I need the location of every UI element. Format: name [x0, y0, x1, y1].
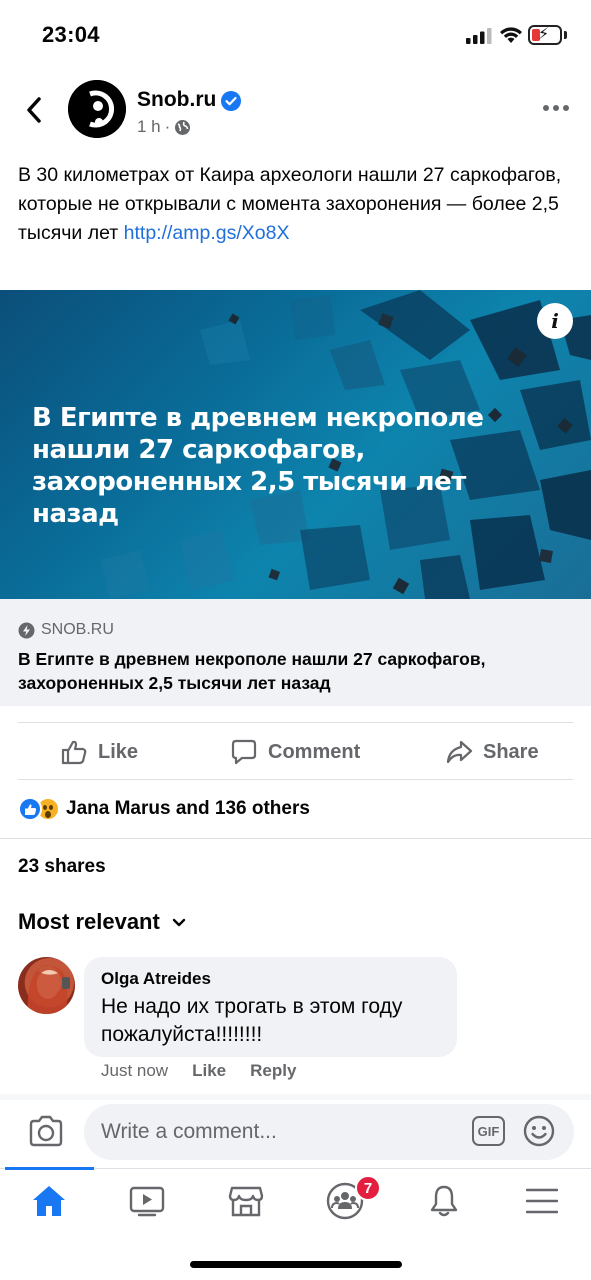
page-avatar[interactable] — [68, 80, 126, 138]
charging-bolt-icon: ⚡ — [538, 26, 550, 43]
comment-meta: Just now Like Reply — [101, 1061, 296, 1081]
dot-icon — [553, 105, 559, 111]
post-body: В 30 километрах от Каира археологи нашли… — [18, 164, 562, 244]
back-button[interactable] — [20, 94, 48, 126]
tab-home[interactable] — [24, 1179, 74, 1223]
comment-sort-dropdown[interactable]: Most relevant — [18, 909, 186, 935]
hamburger-menu-icon — [526, 1188, 558, 1214]
info-button[interactable]: i — [537, 303, 573, 339]
reactions-text: Jana Marus and 136 others — [66, 798, 310, 819]
camera-icon[interactable] — [28, 1114, 64, 1148]
bottom-tab-bar: 7 — [0, 1167, 591, 1238]
link-title: В Египте в древнем некрополе нашли 27 са… — [18, 649, 486, 693]
gif-button[interactable]: GIF — [472, 1116, 505, 1146]
divider — [0, 838, 591, 839]
verified-badge-icon — [221, 91, 241, 111]
home-indicator[interactable] — [190, 1261, 402, 1268]
link-domain: SNOB.RU — [18, 621, 114, 639]
shares-count[interactable]: 23 shares — [18, 856, 106, 878]
bell-icon — [430, 1185, 458, 1217]
snob-logo-icon — [68, 80, 126, 138]
post-actions: Like Comment Share — [0, 724, 591, 780]
image-headline: В Египте в древнем некрополе нашли 27 са… — [32, 403, 484, 529]
instant-article-bolt-icon — [18, 622, 35, 638]
status-bar: 23:04 ⚡ — [0, 0, 591, 70]
comment-author[interactable]: Olga Atreides — [101, 969, 211, 989]
home-icon — [33, 1186, 65, 1216]
marketplace-store-icon — [228, 1186, 264, 1217]
video-play-icon — [129, 1186, 165, 1217]
post-header: Snob.ru 1 h · — [0, 78, 591, 143]
divider — [18, 722, 573, 723]
post-meta: 1 h · — [137, 117, 191, 137]
comment-bubble-icon — [231, 739, 257, 765]
dot-icon — [563, 105, 569, 111]
like-button[interactable]: Like — [60, 724, 138, 780]
comment-reply-button[interactable]: Reply — [250, 1061, 296, 1081]
cellular-signal-icon — [466, 28, 492, 44]
comment-time: Just now — [101, 1061, 169, 1080]
comment-bubble[interactable]: Olga Atreides Не надо их трогать в этом … — [84, 957, 457, 1057]
thumbs-up-icon — [61, 740, 87, 765]
active-tab-indicator — [5, 1167, 94, 1170]
share-arrow-icon — [446, 740, 473, 764]
chevron-down-icon — [172, 918, 186, 926]
like-label: Like — [98, 740, 139, 763]
groups-notification-badge: 7 — [355, 1175, 381, 1201]
more-options-button[interactable] — [543, 100, 571, 116]
post-text: В 30 километрах от Каира археологи нашли… — [18, 161, 573, 248]
tab-notifications[interactable] — [419, 1179, 469, 1223]
comment-label: Comment — [268, 740, 361, 763]
tab-menu[interactable] — [517, 1179, 567, 1223]
status-time: 23:04 — [42, 22, 100, 47]
emoji-icon[interactable] — [523, 1115, 555, 1147]
chevron-left-icon — [27, 97, 41, 123]
dot-icon — [543, 105, 549, 111]
comment-text: Не надо их трогать в этом году пожалуйст… — [101, 995, 403, 1046]
tab-marketplace[interactable] — [221, 1179, 271, 1223]
post-time[interactable]: 1 h — [137, 117, 161, 137]
comment-button[interactable]: Comment — [230, 724, 360, 780]
meta-separator: · — [164, 117, 171, 136]
commenter-avatar[interactable] — [18, 957, 75, 1014]
composer-separator — [0, 1094, 591, 1100]
tab-watch[interactable] — [122, 1179, 172, 1223]
share-label: Share — [483, 740, 539, 763]
page-name[interactable]: Snob.ru — [137, 88, 216, 112]
battery-tip — [564, 31, 567, 39]
divider — [18, 779, 573, 780]
globe-icon — [175, 119, 191, 135]
like-reaction-icon — [18, 797, 42, 821]
reactions-summary[interactable]: Jana Marus and 136 others — [18, 795, 310, 823]
link-domain-text: SNOB.RU — [41, 621, 114, 638]
comment-like-button[interactable]: Like — [192, 1061, 226, 1081]
link-preview-image[interactable]: В Египте в древнем некрополе нашли 27 са… — [0, 290, 591, 599]
share-button[interactable]: Share — [445, 724, 539, 780]
wifi-icon — [500, 27, 522, 43]
link-preview-card[interactable]: SNOB.RU В Египте в древнем некрополе наш… — [0, 599, 591, 706]
post-link[interactable]: http://amp.gs/Xo8X — [124, 222, 290, 244]
sort-label: Most relevant — [18, 909, 160, 934]
